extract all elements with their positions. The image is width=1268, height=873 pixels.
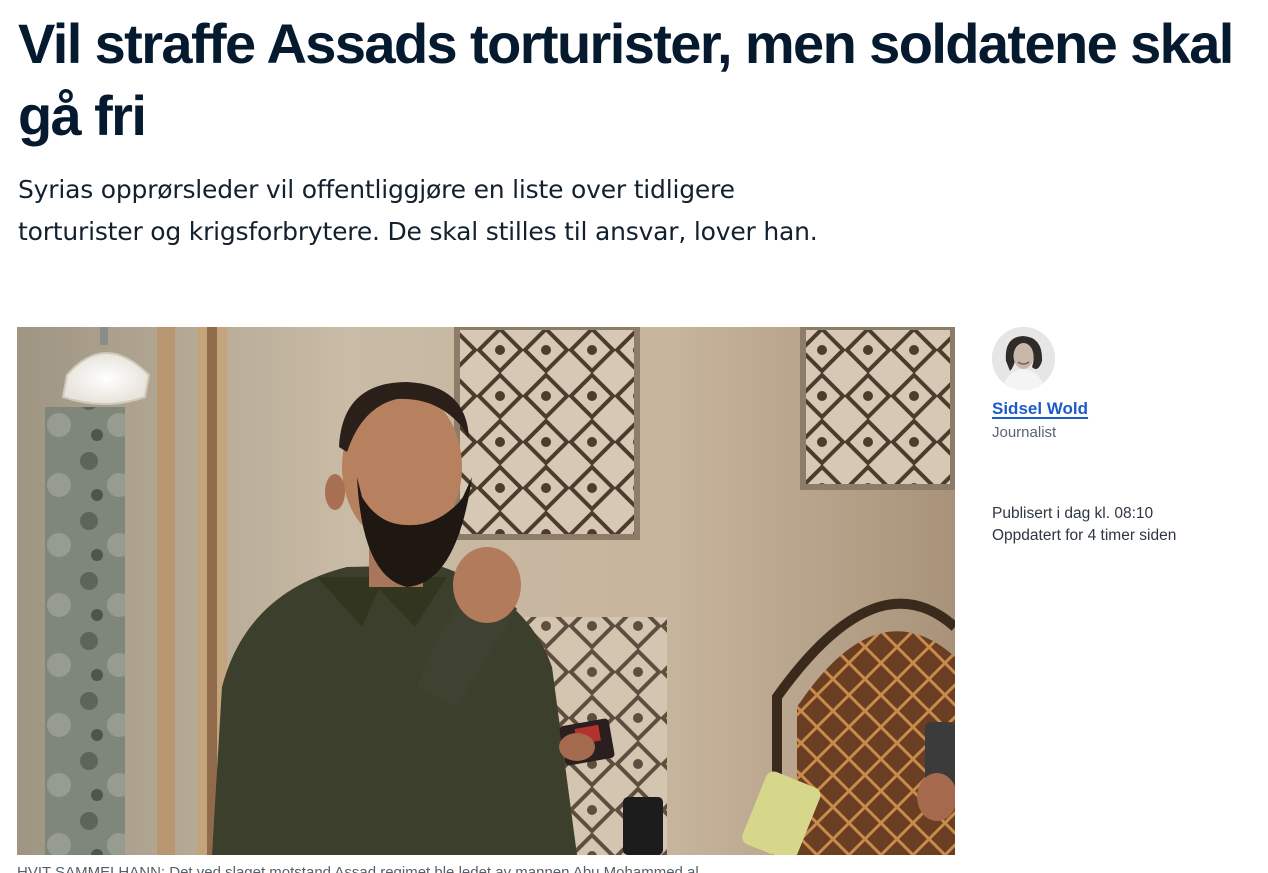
publish-meta: Publisert i dag kl. 08:10 Oppdatert for … [992,503,1262,547]
byline: Sidsel Wold Journalist [992,327,1252,443]
published-time: Publisert i dag kl. 08:10 [992,505,1154,522]
hero-image[interactable] [17,327,955,855]
article-page: Vil straffe Assads torturister, men sold… [0,0,1268,873]
image-caption: HVIT SAMMELHANN: Det ved slaget motstand… [17,864,699,873]
updated-time: Oppdatert for 4 timer siden [992,527,1177,544]
article-lead: Syrias opprørsleder vil offentliggjøre e… [18,175,818,246]
article-headline: Vil straffe Assads torturister, men sold… [18,12,1234,147]
author-name-link[interactable]: Sidsel Wold [992,398,1088,420]
author-avatar[interactable] [992,327,1055,390]
author-role: Journalist [992,424,1057,441]
